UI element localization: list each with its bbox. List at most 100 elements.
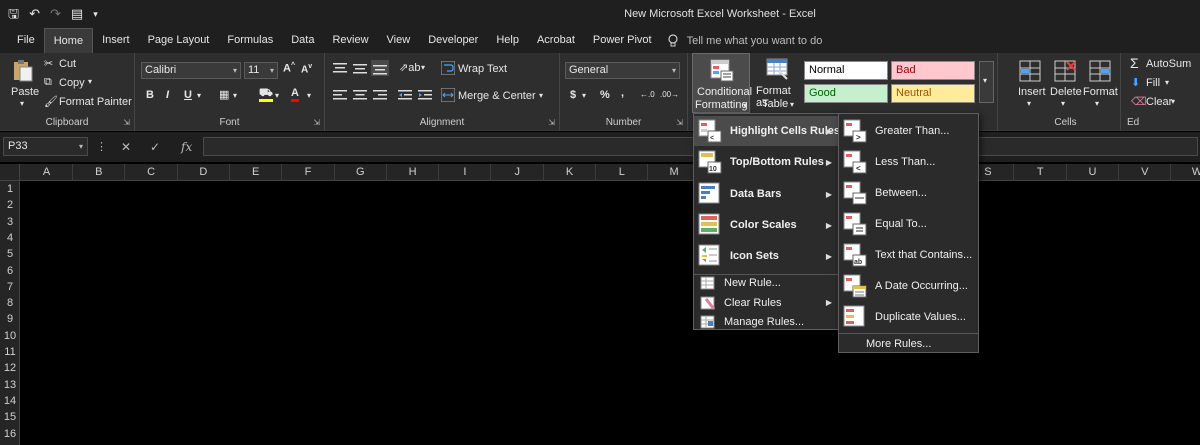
format-as-table-button[interactable]: Format as Table ▾ (752, 53, 802, 113)
conditional-formatting-button[interactable]: Conditional Formatting ▾ (692, 53, 752, 113)
menu-more-rules[interactable]: More Rules... (839, 334, 978, 353)
number-format-combo[interactable]: General ▾ (565, 62, 680, 79)
format-dropdown-icon[interactable]: ▾ (1095, 99, 1099, 108)
font-color-icon[interactable]: A (291, 88, 299, 102)
borders-dropdown-icon[interactable]: ▾ (233, 91, 237, 100)
currency-dropdown-icon[interactable]: ▾ (582, 91, 586, 100)
row-header[interactable]: 16 (0, 426, 20, 442)
row-header[interactable]: 1 (0, 181, 20, 197)
clipboard-launcher-icon[interactable]: ⇲ (123, 118, 130, 127)
decrease-decimal-icon[interactable]: .00→ (660, 90, 679, 99)
style-neutral[interactable]: Neutral (891, 84, 975, 103)
font-size-combo[interactable]: 11 ▾ (244, 62, 278, 79)
tab-formulas[interactable]: Formulas (218, 28, 282, 53)
menu-clear-rules[interactable]: Clear Rules ▶ (694, 293, 838, 312)
autosum-icon[interactable]: Σ (1130, 55, 1139, 71)
menu-equal-to[interactable]: Equal To... (839, 209, 978, 239)
column-header[interactable]: W (1172, 164, 1200, 181)
more-options-icon[interactable]: ⋮ (96, 140, 107, 153)
increase-indent-icon[interactable] (418, 89, 432, 101)
paste-dropdown-icon[interactable]: ▾ (20, 99, 24, 108)
tab-acrobat[interactable]: Acrobat (528, 28, 584, 53)
menu-color-scales[interactable]: Color Scales ▶ (694, 210, 838, 240)
column-header[interactable]: U (1067, 164, 1119, 181)
tab-home[interactable]: Home (43, 28, 94, 53)
row-header[interactable]: 10 (0, 328, 20, 344)
tab-data[interactable]: Data (282, 28, 323, 53)
align-right-icon[interactable] (373, 89, 387, 101)
comma-icon[interactable]: , (621, 87, 624, 99)
increase-font-icon[interactable]: A^ (283, 62, 295, 75)
tab-developer[interactable]: Developer (419, 28, 487, 53)
alignment-launcher-icon[interactable]: ⇲ (548, 118, 555, 127)
copy-button[interactable]: Copy (59, 77, 85, 89)
row-header[interactable]: 13 (0, 377, 20, 393)
wrap-text-button[interactable]: Wrap Text (458, 63, 507, 75)
column-header[interactable]: H (387, 164, 440, 181)
column-header[interactable]: L (596, 164, 649, 181)
menu-highlight-cells-rules[interactable]: < Highlight Cells Rules ▶ (694, 116, 840, 146)
styles-gallery-scroll[interactable]: ▾ (979, 61, 994, 103)
delete-dropdown-icon[interactable]: ▾ (1061, 99, 1065, 108)
insert-cells-button[interactable]: Insert (1018, 86, 1046, 98)
align-left-icon[interactable] (333, 89, 347, 101)
font-name-combo[interactable]: Calibri ▾ (141, 62, 241, 79)
italic-button[interactable]: I (166, 89, 169, 101)
column-header[interactable]: K (544, 164, 596, 181)
name-box[interactable]: P33 ▾ (3, 137, 88, 156)
format-cells-button[interactable]: Format (1083, 86, 1118, 98)
fill-color-dropdown-icon[interactable]: ▾ (275, 91, 279, 100)
underline-button[interactable]: U (184, 89, 192, 101)
tab-insert[interactable]: Insert (93, 28, 139, 53)
worksheet-grid[interactable] (21, 182, 1200, 445)
row-header[interactable]: 3 (0, 214, 20, 230)
menu-icon-sets[interactable]: Icon Sets ▶ (694, 241, 838, 271)
delete-cells-button[interactable]: Delete (1050, 86, 1082, 98)
format-painter-icon[interactable]: 🖌 (44, 95, 58, 108)
cancel-icon[interactable]: ✕ (121, 140, 131, 154)
tab-file[interactable]: File (8, 28, 44, 53)
style-good[interactable]: Good (804, 84, 888, 103)
fill-button[interactable]: Fill (1146, 77, 1160, 89)
clear-icon[interactable]: ⌫ (1131, 95, 1147, 108)
underline-dropdown-icon[interactable]: ▾ (197, 91, 201, 100)
cut-button[interactable]: Cut (59, 58, 76, 70)
bold-button[interactable]: B (146, 89, 154, 101)
orientation-dropdown-icon[interactable]: ▾ (421, 63, 425, 72)
insert-function-icon[interactable]: fx (181, 140, 192, 154)
menu-between[interactable]: Between... (839, 178, 978, 208)
align-top-icon[interactable] (333, 62, 347, 74)
align-center-icon[interactable] (353, 89, 367, 101)
insert-dropdown-icon[interactable]: ▾ (1027, 99, 1031, 108)
style-normal[interactable]: Normal (804, 61, 888, 80)
tab-power-pivot[interactable]: Power Pivot (584, 28, 661, 53)
column-header[interactable]: F (283, 164, 335, 181)
column-header[interactable]: I (439, 164, 492, 181)
delete-cells-icon[interactable] (1053, 59, 1077, 83)
orientation-icon[interactable]: ⇗ab (399, 61, 420, 74)
format-painter-button[interactable]: Format Painter (59, 96, 132, 108)
row-header[interactable]: 5 (0, 246, 20, 262)
insert-cells-icon[interactable] (1018, 59, 1042, 83)
font-launcher-icon[interactable]: ⇲ (313, 118, 320, 127)
autosum-button[interactable]: AutoSum (1146, 58, 1191, 70)
menu-text-contains[interactable]: ab Text that Contains... (839, 240, 978, 270)
merge-dropdown-icon[interactable]: ▾ (539, 91, 543, 100)
enter-icon[interactable]: ✓ (150, 140, 160, 154)
copy-icon[interactable]: ⧉ (44, 76, 52, 89)
fill-icon[interactable]: ⬇ (1131, 76, 1140, 89)
paste-label[interactable]: Paste (11, 86, 39, 98)
decrease-font-icon[interactable]: Av (301, 63, 312, 75)
tab-review[interactable]: Review (323, 28, 377, 53)
fill-dropdown-icon[interactable]: ▾ (1165, 78, 1169, 87)
column-header[interactable]: V (1119, 164, 1172, 181)
merge-center-button[interactable]: Merge & Center (458, 90, 536, 102)
currency-icon[interactable]: $ (570, 89, 576, 101)
clear-dropdown-icon[interactable]: ▾ (1171, 97, 1175, 106)
row-header[interactable]: 9 (0, 311, 20, 327)
cut-icon[interactable]: ✂ (44, 57, 53, 70)
row-header[interactable]: 7 (0, 279, 20, 295)
decrease-indent-icon[interactable] (398, 89, 412, 101)
column-header[interactable]: A (21, 164, 73, 181)
row-header[interactable]: 2 (0, 197, 20, 213)
